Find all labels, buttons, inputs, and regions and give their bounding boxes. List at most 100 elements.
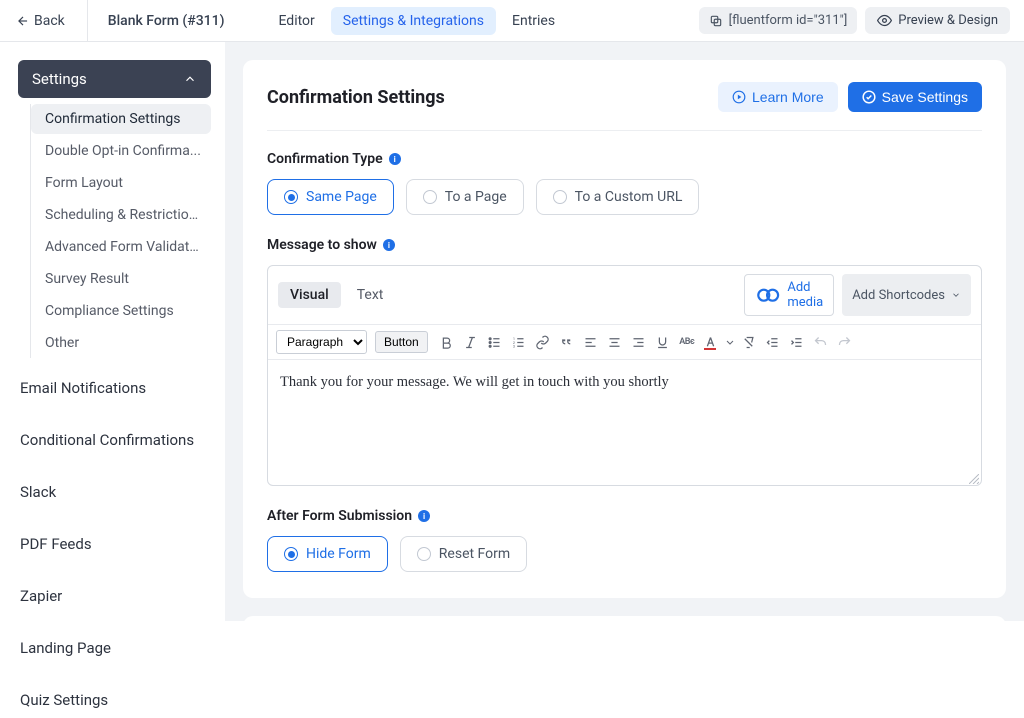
tab-editor[interactable]: Editor	[266, 7, 326, 35]
preview-label: Preview & Design	[898, 13, 998, 28]
sidebar-item-confirmation-settings[interactable]: Confirmation Settings	[31, 104, 211, 134]
info-icon[interactable]: i	[389, 153, 401, 165]
eye-icon	[877, 13, 892, 28]
double-optin-card: Double Optin Confirmation	[243, 616, 1006, 621]
top-tabs: Editor Settings & Integrations Entries	[266, 7, 567, 35]
text-color-icon[interactable]	[700, 331, 722, 353]
card-title: Confirmation Settings	[267, 87, 445, 108]
sidebar-links: Email Notifications Conditional Confirma…	[18, 370, 211, 718]
align-left-icon[interactable]	[580, 331, 602, 353]
radio-icon	[284, 547, 298, 561]
tab-entries[interactable]: Entries	[500, 7, 567, 35]
align-right-icon[interactable]	[628, 331, 650, 353]
main-content: Confirmation Settings Learn More Save Se…	[225, 42, 1024, 621]
sidebar-settings-label: Settings	[32, 70, 87, 88]
insert-button-button[interactable]: Button	[375, 331, 428, 353]
chevron-up-icon	[183, 72, 197, 86]
tab-settings-integrations[interactable]: Settings & Integrations	[331, 7, 496, 35]
sidebar-link-slack[interactable]: Slack	[18, 474, 211, 510]
sidebar-link-email-notifications[interactable]: Email Notifications	[18, 370, 211, 406]
top-bar: Back Blank Form (#311) Editor Settings &…	[0, 0, 1024, 42]
radio-icon	[553, 190, 567, 204]
sidebar-item-compliance[interactable]: Compliance Settings	[31, 296, 211, 326]
confirmation-type-label: Confirmation Type	[267, 151, 383, 167]
indent-icon[interactable]	[786, 331, 808, 353]
svg-text:3: 3	[513, 344, 515, 348]
form-title: Blank Form (#311)	[102, 13, 231, 29]
radio-same-page[interactable]: Same Page	[267, 179, 394, 215]
add-shortcodes-button[interactable]: Add Shortcodes	[842, 274, 971, 316]
arrow-left-icon	[16, 14, 30, 28]
clear-format-icon[interactable]	[738, 331, 760, 353]
save-settings-button[interactable]: Save Settings	[848, 82, 982, 112]
radio-icon	[423, 190, 437, 204]
sidebar-link-conditional-confirmations[interactable]: Conditional Confirmations	[18, 422, 211, 458]
info-icon[interactable]: i	[383, 239, 395, 251]
radio-icon	[417, 547, 431, 561]
sidebar: Settings Confirmation Settings Double Op…	[0, 42, 225, 621]
radio-hide-form[interactable]: Hide Form	[267, 536, 388, 572]
radio-to-a-custom-url[interactable]: To a Custom URL	[536, 179, 700, 215]
media-icon	[755, 282, 781, 308]
underline-icon[interactable]	[652, 331, 674, 353]
message-label: Message to show	[267, 237, 377, 253]
sidebar-item-advanced-validation[interactable]: Advanced Form Validati...	[31, 232, 211, 262]
after-submission-label: After Form Submission	[267, 508, 412, 524]
numbered-list-icon[interactable]: 123	[508, 331, 530, 353]
learn-more-label: Learn More	[752, 89, 824, 105]
resize-handle[interactable]	[268, 475, 981, 485]
preview-design-button[interactable]: Preview & Design	[865, 7, 1010, 34]
shortcode-chip[interactable]: [fluentform id="311"]	[699, 7, 858, 34]
paragraph-format-select[interactable]: Paragraph	[276, 330, 367, 354]
bold-icon[interactable]	[436, 331, 458, 353]
editor-tab-visual[interactable]: Visual	[278, 282, 341, 308]
confirmation-settings-card: Confirmation Settings Learn More Save Se…	[243, 60, 1006, 598]
editor-toolbar: Paragraph Button 123 ABє	[268, 325, 981, 360]
sidebar-item-form-layout[interactable]: Form Layout	[31, 168, 211, 198]
after-submission-field: After Form Submission i Hide Form Reset …	[267, 508, 982, 572]
chevron-down-icon	[951, 290, 961, 300]
sidebar-link-pdf-feeds[interactable]: PDF Feeds	[18, 526, 211, 562]
sidebar-link-quiz-settings[interactable]: Quiz Settings	[18, 682, 211, 718]
sidebar-link-zapier[interactable]: Zapier	[18, 578, 211, 614]
resize-icon	[969, 474, 979, 484]
sidebar-item-other[interactable]: Other	[31, 328, 211, 358]
info-icon[interactable]: i	[418, 510, 430, 522]
radio-label: To a Custom URL	[575, 189, 683, 205]
back-label: Back	[34, 13, 65, 29]
rich-text-editor: Visual Text Add media Add Shortcodes	[267, 265, 982, 486]
align-center-icon[interactable]	[604, 331, 626, 353]
sidebar-item-scheduling[interactable]: Scheduling & Restrictions	[31, 200, 211, 230]
strikethrough-icon[interactable]: ABє	[676, 331, 698, 353]
undo-icon[interactable]	[810, 331, 832, 353]
blockquote-icon[interactable]	[556, 331, 578, 353]
text-color-dropdown-icon[interactable]	[724, 331, 736, 353]
redo-icon[interactable]	[834, 331, 856, 353]
radio-label: Reset Form	[439, 546, 510, 562]
shortcode-text: [fluentform id="311"]	[729, 13, 848, 28]
learn-more-button[interactable]: Learn More	[718, 82, 838, 112]
link-icon[interactable]	[532, 331, 554, 353]
radio-label: Same Page	[306, 189, 377, 205]
back-button[interactable]: Back	[8, 7, 73, 35]
radio-label: Hide Form	[306, 546, 371, 562]
save-label: Save Settings	[882, 89, 968, 105]
radio-to-a-page[interactable]: To a Page	[406, 179, 524, 215]
sidebar-item-double-optin[interactable]: Double Opt-in Confirma...	[31, 136, 211, 166]
editor-tab-text[interactable]: Text	[345, 282, 396, 308]
sidebar-settings-toggle[interactable]: Settings	[18, 60, 211, 98]
bullet-list-icon[interactable]	[484, 331, 506, 353]
radio-reset-form[interactable]: Reset Form	[400, 536, 527, 572]
italic-icon[interactable]	[460, 331, 482, 353]
divider	[87, 0, 88, 42]
message-to-show-field: Message to show i Visual Text Add media	[267, 237, 982, 486]
outdent-icon[interactable]	[762, 331, 784, 353]
sidebar-item-survey-result[interactable]: Survey Result	[31, 264, 211, 294]
radio-label: To a Page	[445, 189, 507, 205]
add-media-label: Add media	[787, 280, 823, 310]
add-media-button[interactable]: Add media	[744, 274, 834, 316]
radio-icon	[284, 190, 298, 204]
check-circle-icon	[862, 90, 876, 104]
sidebar-link-landing-page[interactable]: Landing Page	[18, 630, 211, 666]
editor-body[interactable]: Thank you for your message. We will get …	[268, 360, 981, 475]
